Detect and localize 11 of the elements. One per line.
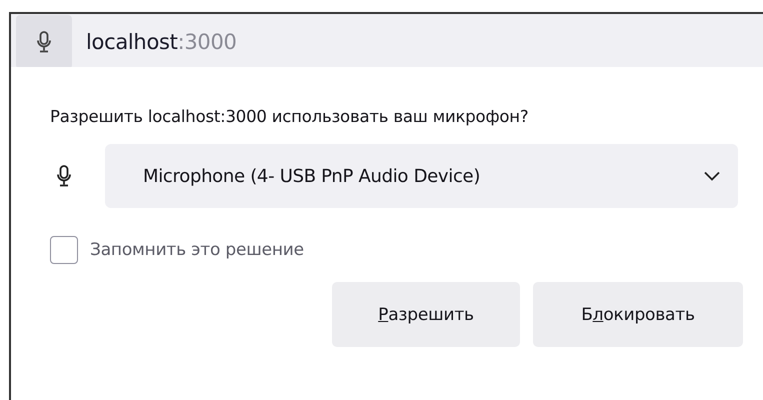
remember-label: Запомнить это решение [90,240,304,260]
url-text: localhost:3000 [86,30,237,54]
chevron-down-icon [704,171,720,181]
microphone-icon [57,165,71,187]
device-dropdown[interactable]: Microphone (4- USB PnP Audio Device) [105,144,738,208]
permission-button[interactable] [16,15,72,69]
microphone-icon [37,31,51,53]
action-button[interactable]: Разрешить [332,282,520,347]
action-button[interactable]: Блокировать [533,282,743,347]
permission-question: Разрешить localhost:3000 использовать ваш микрофон? [49,106,530,126]
remember-checkbox[interactable] [50,236,78,264]
